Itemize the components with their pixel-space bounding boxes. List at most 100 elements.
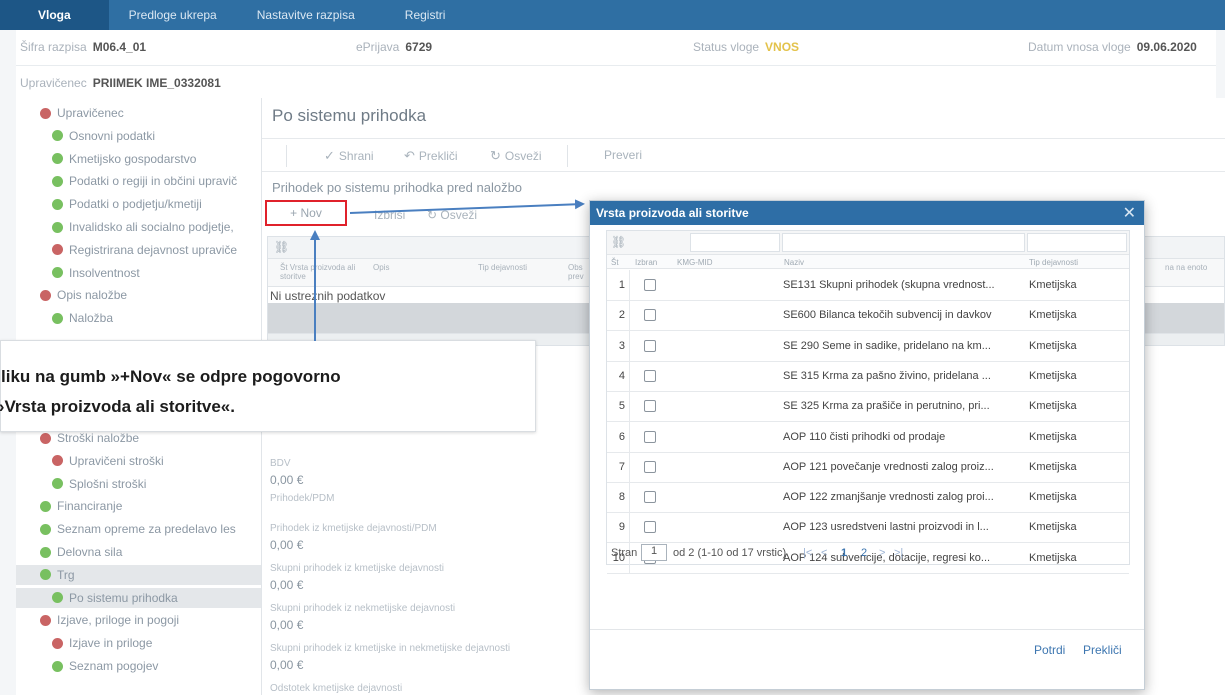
row-tip: Kmetijska bbox=[1029, 369, 1077, 382]
sidebar-item[interactable]: Invalidsko ali socialno podjetje, bbox=[52, 217, 234, 237]
row-naziv: AOP 123 usredstveni lastni proizvodi in … bbox=[783, 521, 989, 534]
table-row[interactable]: 4 SE 315 Krma za pašno živino, pridelana … bbox=[607, 360, 1129, 392]
link-icon[interactable]: ⛓ bbox=[274, 240, 289, 254]
tab-nastavitve-razpisa[interactable]: Nastavitve razpisa bbox=[237, 0, 375, 30]
row-checkbox[interactable] bbox=[644, 369, 656, 382]
page-2-link[interactable]: 2 bbox=[861, 547, 867, 559]
status-red-icon bbox=[52, 244, 63, 256]
sidebar-item[interactable]: Insolventnost bbox=[52, 263, 140, 283]
grid-header-opis[interactable]: Opis bbox=[373, 263, 389, 272]
status-red-icon bbox=[40, 432, 51, 444]
close-icon[interactable]: ✕ bbox=[1123, 203, 1136, 223]
status-red-icon bbox=[52, 637, 63, 649]
header-num[interactable]: Št bbox=[611, 258, 619, 267]
dialog-filter-row: ⛓ bbox=[607, 231, 1129, 255]
field-value: 0,00 € bbox=[270, 658, 304, 672]
confirm-button[interactable]: Potrdi bbox=[1034, 643, 1065, 657]
status-green-icon bbox=[40, 546, 51, 558]
next-page-icon[interactable]: > bbox=[879, 547, 885, 559]
save-button[interactable]: ✓ Shrani bbox=[324, 148, 374, 164]
sidebar-item[interactable]: Naložba bbox=[52, 308, 113, 328]
table-row[interactable]: 3 SE 290 Seme in sadike, pridelano na km.… bbox=[607, 330, 1129, 362]
row-naziv: SE 290 Seme in sadike, pridelano na km..… bbox=[783, 339, 991, 352]
delete-button[interactable]: Izbriši bbox=[374, 208, 405, 222]
sidebar-item-label: Podatki o podjetju/kmetiji bbox=[69, 197, 202, 212]
sidebar-item[interactable]: Podatki o podjetju/kmetiji bbox=[52, 194, 202, 214]
tip-filter-input[interactable] bbox=[1027, 233, 1127, 252]
datum-vnosa: Datum vnosa vloge 09.06.2020 bbox=[1028, 40, 1197, 54]
row-checkbox[interactable] bbox=[644, 460, 656, 473]
row-checkbox[interactable] bbox=[644, 430, 656, 443]
tab-vloga[interactable]: Vloga bbox=[0, 0, 109, 30]
row-checkbox[interactable] bbox=[644, 491, 656, 504]
link-icon[interactable]: ⛓ bbox=[611, 235, 626, 249]
status-red-icon bbox=[40, 289, 51, 301]
header-kmg[interactable]: KMG-MID bbox=[677, 258, 713, 267]
header-naziv[interactable]: Naziv bbox=[784, 258, 804, 267]
check-button[interactable]: Preveri bbox=[604, 148, 642, 162]
table-row[interactable]: 6 AOP 110 čisti prihodki od prodaje Kmetij… bbox=[607, 421, 1129, 453]
cancel-dialog-button[interactable]: Prekliči bbox=[1083, 643, 1122, 657]
sidebar-item-label: Izjave, priloge in pogoji bbox=[57, 613, 180, 628]
first-page-icon[interactable]: |< bbox=[803, 547, 812, 559]
row-checkbox[interactable] bbox=[644, 309, 656, 322]
sidebar-item[interactable]: Seznam opreme za predelavo les bbox=[40, 519, 236, 539]
prev-page-icon[interactable]: < bbox=[821, 547, 827, 559]
sidebar-item[interactable]: Izjave in priloge bbox=[52, 633, 152, 653]
status-green-icon bbox=[40, 569, 51, 581]
grid-header-cena[interactable]: na na enoto bbox=[1165, 263, 1207, 272]
kmg-filter-input[interactable] bbox=[690, 233, 780, 252]
cancel-button[interactable]: ↶ Prekliči bbox=[404, 148, 458, 164]
row-checkbox[interactable] bbox=[644, 279, 656, 291]
field-value: 0,00 € bbox=[270, 578, 304, 592]
sidebar-item-label: Trg bbox=[57, 567, 75, 582]
tab-registri[interactable]: Registri bbox=[375, 0, 466, 30]
header-izbran[interactable]: Izbran bbox=[635, 258, 657, 267]
row-checkbox[interactable] bbox=[644, 400, 656, 413]
sidebar-item-label: Izjave in priloge bbox=[69, 636, 153, 651]
sidebar-item[interactable]: Upravičenec bbox=[40, 103, 124, 123]
row-tip: Kmetijska bbox=[1029, 400, 1077, 413]
page-1-link[interactable]: 1 bbox=[841, 547, 847, 559]
new-button[interactable]: + Nov bbox=[265, 200, 347, 226]
sidebar-item[interactable]: Po sistemu prihodka bbox=[16, 587, 261, 608]
sidebar-item[interactable]: Upravičeni stroški bbox=[52, 451, 164, 471]
refresh-icon: ↻ bbox=[427, 208, 441, 222]
table-row[interactable]: 1 SE131 Skupni prihodek (skupna vrednost.… bbox=[607, 270, 1129, 301]
sidebar-item[interactable]: Podatki o regiji in občini upravič bbox=[52, 171, 237, 191]
field-label: Skupni prihodek iz nekmetijske dejavnost… bbox=[270, 603, 456, 614]
grid-empty-message: Ni ustreznih podatkov bbox=[270, 289, 386, 303]
last-page-icon[interactable]: >| bbox=[894, 547, 903, 559]
refresh-button[interactable]: ↻ Osveži bbox=[490, 148, 542, 164]
table-row[interactable]: 5 SE 325 Krma za prašiče in perutnino, pr… bbox=[607, 391, 1129, 423]
header-tip[interactable]: Tip dejavnosti bbox=[1029, 258, 1078, 267]
dialog-table: ⛓ Št Izbran KMG-MID Naziv Tip dejavnosti… bbox=[606, 230, 1130, 574]
table-row[interactable]: 8 AOP 122 zmanjšanje vrednosti zalog proi… bbox=[607, 482, 1129, 514]
callout-line-2: »Vrsta proizvoda ali storitve«. bbox=[0, 397, 235, 416]
status-red-icon bbox=[52, 455, 63, 467]
page-input[interactable]: 1 bbox=[641, 544, 667, 561]
sidebar-item[interactable]: Opis naložbe bbox=[40, 285, 127, 305]
sidebar-item[interactable]: Delovna sila bbox=[40, 542, 122, 562]
sidebar-item[interactable]: Splošni stroški bbox=[52, 474, 146, 494]
grid-header-obseg[interactable]: Obs prev bbox=[568, 263, 590, 281]
grid-refresh-button[interactable]: ↻ Osveži bbox=[427, 208, 477, 222]
table-row[interactable]: 9 AOP 123 usredstveni lastni proizvodi in… bbox=[607, 512, 1129, 544]
naziv-filter-input[interactable] bbox=[782, 233, 1025, 252]
sidebar-item[interactable]: Financiranje bbox=[40, 496, 122, 516]
table-row[interactable]: 7 AOP 121 povečanje vrednosti zalog proiz… bbox=[607, 451, 1129, 483]
sidebar-item[interactable]: Registrirana dejavnost upraviče bbox=[52, 240, 237, 260]
grid-header-tip[interactable]: Tip dejavnosti bbox=[478, 263, 527, 272]
tab-predloge-ukrepa[interactable]: Predloge ukrepa bbox=[109, 0, 237, 30]
sidebar-item[interactable]: Trg bbox=[16, 564, 261, 585]
grid-header-vrsta[interactable]: Št Vrsta proizvoda ali storitve bbox=[280, 263, 372, 281]
table-row[interactable]: 2 SE600 Bilanca tekočih subvencij in davk… bbox=[607, 300, 1129, 332]
sidebar-item[interactable]: Kmetijsko gospodarstvo bbox=[52, 149, 196, 169]
sidebar-item-label: Upravičeni stroški bbox=[69, 453, 164, 468]
row-tip: Kmetijska bbox=[1029, 521, 1077, 534]
sidebar-item[interactable]: Izjave, priloge in pogoji bbox=[40, 610, 179, 630]
sidebar-item[interactable]: Seznam pogojev bbox=[52, 656, 158, 676]
sidebar-item[interactable]: Osnovni podatki bbox=[52, 126, 155, 146]
row-checkbox[interactable] bbox=[644, 521, 656, 534]
row-checkbox[interactable] bbox=[644, 339, 656, 352]
